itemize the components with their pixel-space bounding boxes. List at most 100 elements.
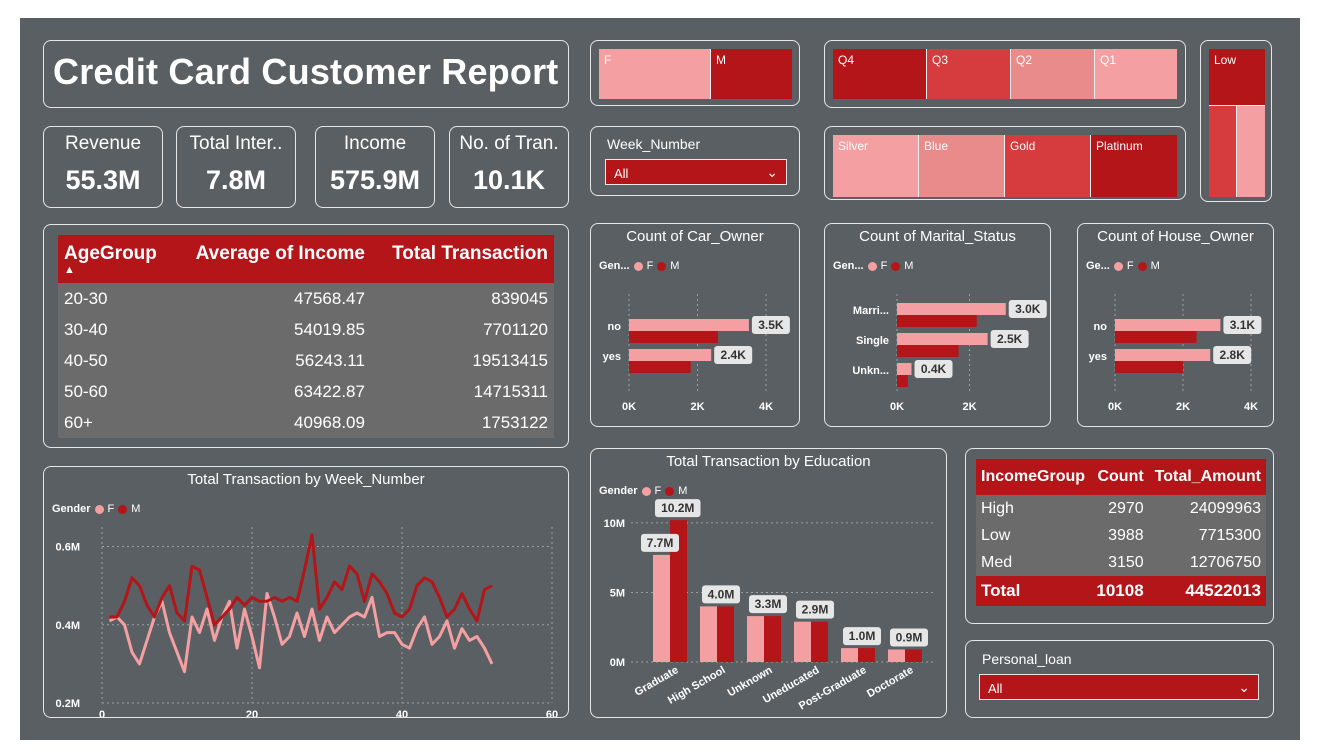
slicer-option-f[interactable]: F <box>599 49 711 99</box>
gender-slicer: F M <box>599 49 792 99</box>
data-label: 3.3M <box>755 597 782 611</box>
tick-label: 0K <box>890 401 904 413</box>
bar-f <box>897 363 912 375</box>
data-label: 10.2M <box>661 501 694 515</box>
table-row: 50-60 63422.87 14715311 <box>58 376 554 407</box>
slicer-option-platinum[interactable]: Platinum <box>1091 135 1177 197</box>
category-label: yes <box>603 351 621 363</box>
slicer-option-silver[interactable]: Silver <box>833 135 919 197</box>
slicer-option-gold[interactable]: Gold <box>1005 135 1091 197</box>
table-cell: 20-30 <box>64 288 108 308</box>
tick-label: 0 <box>99 709 105 717</box>
dashboard-canvas: Credit Card Customer Report Revenue 55.3… <box>20 18 1300 740</box>
gender-slicer-card: F M <box>590 40 800 106</box>
income-table-card: IncomeGroup Count Total_Amount High 2970… <box>965 448 1274 624</box>
table-cell: 60+ <box>64 412 93 432</box>
income-col-header[interactable]: Average of Income <box>174 235 369 283</box>
tick-label: 4K <box>759 401 773 413</box>
loan-dropdown[interactable]: All ⌄ <box>979 674 1259 700</box>
category-label: Single <box>856 335 889 347</box>
table-cell: 54019.85 <box>294 319 365 339</box>
kpi-interest-label: Total Inter.. <box>189 133 283 154</box>
kpi-revenue-card: Revenue 55.3M <box>43 126 163 208</box>
slicer-option-q3[interactable]: Q3 <box>927 49 1011 99</box>
loan-filter-card: Personal_loan All ⌄ <box>965 640 1274 718</box>
count-col-header[interactable]: Count <box>1091 459 1149 495</box>
table-cell: 7715300 <box>1198 526 1261 544</box>
table-row: 20-30 47568.47 839045 <box>58 283 554 314</box>
table-cell: 63422.87 <box>294 381 365 401</box>
tick-label: 0K <box>622 401 636 413</box>
table-cell: 839045 <box>491 288 548 308</box>
bar-m <box>811 621 828 662</box>
slicer-option-m[interactable]: M <box>711 49 792 99</box>
tick-label: 10M <box>604 518 625 530</box>
table-cell: 3988 <box>1108 526 1144 544</box>
data-label: 3.1K <box>1230 318 1256 332</box>
data-label: 2.5K <box>997 332 1023 346</box>
quarter-slicer-card: Q4 Q3 Q2 Q1 <box>824 40 1186 108</box>
data-label: 0.9M <box>896 630 923 644</box>
house-owner-chart: 0K 2K 4K no 3.1K yes 2.8K <box>1089 294 1262 413</box>
amount-col-header[interactable]: Total_Amount <box>1149 459 1266 495</box>
slicer-option-q4[interactable]: Q4 <box>833 49 927 99</box>
sort-ascending-icon: ▲ <box>64 264 75 276</box>
table-cell: 7701120 <box>483 319 548 339</box>
marital-chart-card: Count of Marital_Status Gen... F M 0K 2K M… <box>824 223 1051 427</box>
data-label: 3.0K <box>1015 302 1041 316</box>
week-dropdown[interactable]: All ⌄ <box>605 159 787 185</box>
line-m <box>109 533 493 627</box>
bar-f <box>794 621 811 662</box>
education-chart-card: Total Transaction by Education Gender F … <box>590 448 947 718</box>
bar-f <box>897 303 1006 315</box>
line-f <box>108 592 494 674</box>
table-cell: 44522013 <box>1185 581 1261 600</box>
bar-m <box>897 345 959 357</box>
tick-label: 2K <box>690 401 704 413</box>
bar-m <box>1115 361 1183 373</box>
bar-m <box>717 606 734 662</box>
slicer-option-2[interactable] <box>1209 106 1237 197</box>
income-table-header: IncomeGroup Count Total_Amount <box>976 459 1266 495</box>
data-label: 1.0M <box>849 629 876 643</box>
transaction-col-header[interactable]: Total Transaction <box>369 235 554 283</box>
data-label: 7.7M <box>647 536 674 550</box>
bar-m <box>1115 331 1197 343</box>
income-table-body: High 2970 24099963 Low 3988 7715300 Med … <box>976 495 1266 606</box>
table-cell: 14715311 <box>473 381 548 401</box>
chevron-down-icon: ⌄ <box>1238 679 1250 695</box>
slicer-option-blue[interactable]: Blue <box>919 135 1005 197</box>
kpi-revenue-value: 55.3M <box>65 165 141 195</box>
slicer-option-low[interactable]: Low <box>1209 49 1265 106</box>
incomegroup-col-header[interactable]: IncomeGroup <box>976 459 1091 495</box>
category-label: no <box>608 321 622 333</box>
age-table-body: 20-30 47568.47 839045 30-40 54019.85 770… <box>58 283 554 438</box>
table-cell: Med <box>981 553 1013 571</box>
tick-label: 0M <box>610 657 625 669</box>
age-col-header[interactable]: AgeGroup ▲ <box>58 235 174 283</box>
age-table-header: AgeGroup ▲ Average of Income Total Transa… <box>58 235 554 283</box>
table-cell: 40-50 <box>64 350 108 370</box>
education-chart: 0M5M10M7.7M10.2MGraduate4.0MHigh School3… <box>604 499 936 712</box>
slicer-option-q2[interactable]: Q2 <box>1011 49 1095 99</box>
table-row: 60+ 40968.09 1753122 <box>58 407 554 438</box>
bar-f <box>841 648 858 662</box>
table-cell: 1753122 <box>481 412 548 432</box>
tick-label: 0.2M <box>56 698 80 710</box>
tick-label: 0.4M <box>56 620 80 632</box>
category-label: Unkn... <box>852 365 889 377</box>
kpi-transactions-label: No. of Tran. <box>459 133 559 154</box>
bar-f <box>700 606 717 662</box>
table-total-row: Total 10108 44522013 <box>976 576 1266 606</box>
tick-label: 60 <box>546 709 558 717</box>
slicer-option-3[interactable] <box>1237 106 1265 197</box>
bar-m <box>905 649 922 662</box>
bar-f <box>629 349 712 361</box>
bar-f <box>1115 319 1221 331</box>
slicer-option-q1[interactable]: Q1 <box>1095 49 1177 99</box>
week-line-chart: 0 20 40 60 0.2M 0.4M 0.6M <box>56 527 558 717</box>
risk-slicer: Low <box>1209 49 1265 197</box>
card-category-slicer: Silver Blue Gold Platinum <box>833 135 1177 197</box>
table-row: 40-50 56243.11 19513415 <box>58 345 554 376</box>
week-line-chart-card: Total Transaction by Week_Number Gender … <box>43 466 569 718</box>
